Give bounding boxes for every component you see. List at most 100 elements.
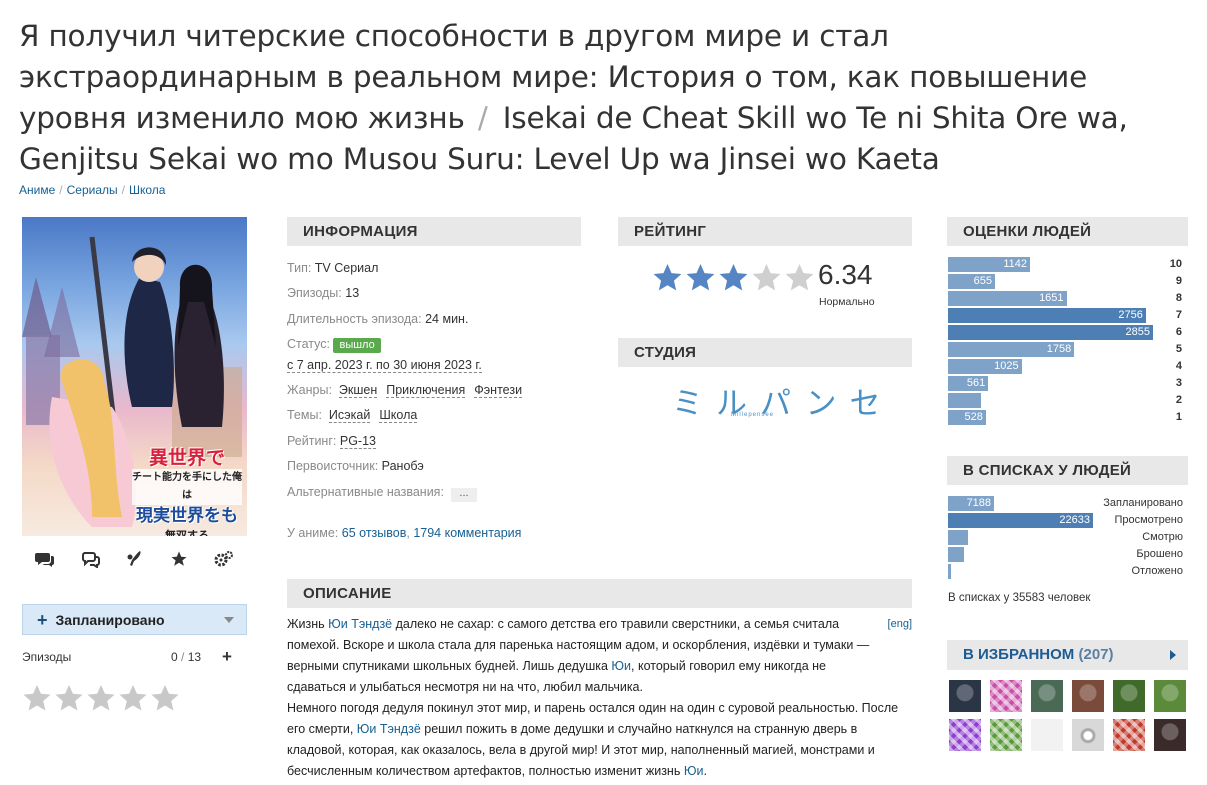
chevron-down-icon: [224, 617, 234, 623]
comments-icon[interactable]: [34, 550, 55, 568]
rating-key: Рейтинг:: [287, 434, 337, 448]
favorites-grid: [949, 680, 1189, 751]
favorite-user-avatar[interactable]: [1154, 680, 1186, 712]
theme-school[interactable]: Школа: [379, 408, 418, 423]
favorite-user-avatar[interactable]: [1072, 719, 1104, 751]
favorite-icon[interactable]: [170, 550, 188, 568]
favorite-user-avatar[interactable]: [1072, 680, 1104, 712]
star-empty-icon: [752, 263, 781, 291]
rating-block: 6.34 Нормально: [652, 259, 875, 308]
user-star-icon[interactable]: [54, 683, 84, 713]
score-bar: [948, 393, 981, 408]
description-p2: Немного погодя дедуля покинул этот мир, …: [287, 698, 912, 782]
scores-header: ОЦЕНКИ ЛЮДЕЙ: [947, 217, 1188, 246]
themes-key: Темы:: [287, 408, 322, 422]
edit-icon[interactable]: [126, 550, 144, 568]
increment-episode-button[interactable]: +: [222, 647, 232, 667]
score-row: 561 3: [948, 376, 1188, 392]
breadcrumb-school[interactable]: Школа: [129, 183, 165, 197]
list-status-dropdown[interactable]: + Запланировано: [22, 604, 247, 635]
poster-actions: [22, 548, 247, 570]
user-star-icon[interactable]: [150, 683, 180, 713]
score-bar: 1758: [948, 342, 1075, 357]
description-text: [eng] Жизнь Юи Тэндзё далеко не сахар: с…: [287, 614, 912, 782]
lists-header: В СПИСКАХ У ЛЮДЕЙ: [947, 456, 1188, 485]
settings-icon[interactable]: [214, 550, 234, 568]
favorite-user-avatar[interactable]: [949, 680, 981, 712]
genre-fantasy[interactable]: Фэнтези: [474, 383, 523, 398]
duration-key: Длительность эпизода:: [287, 312, 422, 326]
english-description-link[interactable]: [eng]: [888, 614, 912, 635]
list-bar: [948, 547, 964, 562]
score-row: 1142 10: [948, 257, 1188, 273]
favorite-user-avatar[interactable]: [1113, 680, 1145, 712]
comments-link[interactable]: 1794 комментария: [413, 526, 521, 540]
score-row: 1025 4: [948, 359, 1188, 375]
info-header: ИНФОРМАЦИЯ: [287, 217, 581, 246]
genre-action[interactable]: Экшен: [338, 383, 378, 398]
favorite-user-avatar[interactable]: [1031, 719, 1063, 751]
character-link[interactable]: Юи: [684, 764, 704, 778]
user-star-icon[interactable]: [22, 683, 52, 713]
studio-header: СТУДИЯ: [618, 338, 912, 367]
list-label: Запланировано: [1103, 497, 1183, 509]
score-label: 4: [1175, 360, 1182, 372]
score-bar: 1651: [948, 291, 1067, 306]
anime-poster[interactable]: 異世界で チート能力を手にした俺は 現実世界をも 無双する: [22, 217, 247, 536]
list-row: Смотрю: [948, 530, 1188, 546]
list-row: Брошено: [948, 547, 1188, 563]
breadcrumb-anime[interactable]: Аниме: [19, 183, 55, 197]
type-value: TV Сериал: [314, 261, 379, 275]
favorite-user-avatar[interactable]: [990, 719, 1022, 751]
list-status-label: Запланировано: [55, 611, 165, 628]
reviews-link[interactable]: 65 отзывов: [342, 526, 407, 540]
desc-text: Жизнь: [287, 617, 329, 631]
character-link[interactable]: Юи Тэндзё: [357, 722, 421, 736]
list-bar: 22633: [948, 513, 1093, 528]
score-row: 528 1: [948, 410, 1188, 426]
page-title: Я получил читерские способности в другом…: [19, 16, 1189, 180]
list-bar: 7188: [948, 496, 995, 511]
user-rating-stars[interactable]: [22, 683, 180, 713]
user-star-icon[interactable]: [118, 683, 148, 713]
type-key: Тип:: [287, 261, 312, 275]
status-key: Статус:: [287, 337, 330, 351]
scores-chart: 1142 10 655 9 1651 8 2756 7 2855 6 1758 5 1025 4 561 3 2…: [948, 257, 1188, 427]
score-label: 9: [1175, 275, 1182, 287]
studio-logo[interactable]: ミルパンセ: [672, 378, 894, 423]
discussion-icon[interactable]: [81, 550, 101, 568]
poster-line-1: 異世界で: [148, 447, 225, 469]
about-key: У аниме:: [287, 526, 339, 540]
favorite-user-avatar[interactable]: [990, 680, 1022, 712]
episodes-label: Эпизоды: [22, 650, 72, 664]
favorites-header[interactable]: В ИЗБРАННОМ (207): [947, 640, 1188, 670]
poster-line-4: 無双する: [165, 529, 209, 536]
score-bar: 2756: [948, 308, 1146, 323]
description-header: ОПИСАНИЕ: [287, 579, 912, 608]
theme-isekai[interactable]: Исэкай: [328, 408, 371, 423]
aired-dates[interactable]: с 7 апр. 2023 г. по 30 июня 2023 г.: [287, 358, 482, 373]
score-label: 1: [1175, 411, 1182, 423]
breadcrumb-series[interactable]: Сериалы: [67, 183, 118, 197]
list-label: Смотрю: [1142, 531, 1183, 543]
alt-names-expand-button[interactable]: ...: [451, 488, 477, 502]
favorite-user-avatar[interactable]: [949, 719, 981, 751]
genres-key: Жанры:: [287, 383, 332, 397]
user-star-icon[interactable]: [86, 683, 116, 713]
alt-names-key: Альтернативные названия:: [287, 485, 444, 499]
age-rating-value[interactable]: PG-13: [339, 434, 376, 449]
score-row: 2: [948, 393, 1188, 409]
rating-header: РЕЙТИНГ: [618, 217, 912, 246]
score-label: 8: [1175, 292, 1182, 304]
score-label: 10: [1169, 258, 1182, 270]
score-label: 5: [1175, 343, 1182, 355]
favorite-user-avatar[interactable]: [1113, 719, 1145, 751]
character-link[interactable]: Юи Тэндзё: [328, 617, 392, 631]
favorite-user-avatar[interactable]: [1154, 719, 1186, 751]
list-bar: [948, 564, 951, 579]
episodes-watched[interactable]: 0: [171, 650, 178, 664]
score-bar: 1025: [948, 359, 1022, 374]
favorite-user-avatar[interactable]: [1031, 680, 1063, 712]
character-link[interactable]: Юи: [611, 659, 631, 673]
genre-adventure[interactable]: Приключения: [386, 383, 466, 398]
